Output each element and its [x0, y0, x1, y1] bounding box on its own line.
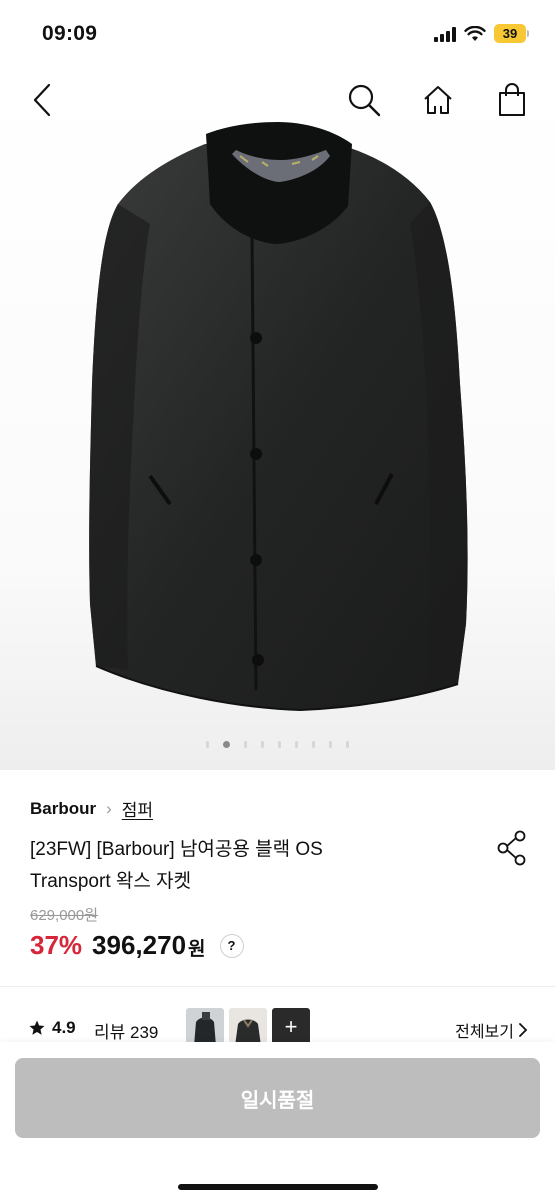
- see-all-reviews-button[interactable]: 전체보기: [455, 1018, 528, 1042]
- divider: [0, 986, 555, 987]
- product-image[interactable]: [0, 84, 555, 770]
- share-icon: [497, 830, 526, 866]
- pager-dot[interactable]: [261, 741, 264, 748]
- pager-dot[interactable]: [329, 741, 332, 748]
- review-thumbnail[interactable]: [186, 1008, 224, 1046]
- price-help-button[interactable]: ?: [219, 933, 244, 958]
- brand-link[interactable]: Barbour: [30, 799, 96, 819]
- product-title: [23FW] [Barbour] 남여공용 블랙 OS Transport 왁스…: [30, 834, 410, 898]
- rating-value: 4.9: [52, 1018, 76, 1037]
- chevron-right-icon: ›: [106, 798, 112, 818]
- top-nav: [0, 70, 555, 130]
- search-button[interactable]: [340, 76, 388, 124]
- sale-price: 396,270: [92, 930, 187, 960]
- battery-level: 39: [494, 24, 526, 43]
- home-button[interactable]: [414, 76, 462, 124]
- status-bar: 09:09 39: [0, 0, 555, 68]
- more-photos-button[interactable]: +: [272, 1008, 310, 1046]
- product-title-line1: [23FW] [Barbour] 남여공용 블랙 OS: [30, 839, 323, 860]
- review-photo: [186, 1008, 224, 1046]
- pager-dot[interactable]: [346, 741, 349, 748]
- review-photo: [229, 1008, 267, 1046]
- rating: 4.9: [28, 1018, 76, 1038]
- review-thumbnail[interactable]: [229, 1008, 267, 1046]
- price-row: 37% 396,270 원 ?: [30, 930, 244, 961]
- see-all-label: 전체보기: [455, 1024, 514, 1041]
- jacket-image: [89, 122, 468, 712]
- status-icons: 39: [434, 24, 529, 43]
- back-button[interactable]: [18, 76, 66, 124]
- pager-dot-active[interactable]: [223, 741, 230, 748]
- category-link[interactable]: 점퍼: [122, 796, 153, 821]
- image-pager[interactable]: [0, 741, 555, 748]
- pager-dot[interactable]: [312, 741, 315, 748]
- chevron-left-icon: [33, 83, 51, 117]
- shopping-bag-icon: [499, 83, 525, 116]
- search-icon: [348, 84, 381, 117]
- currency-label: 원: [188, 939, 206, 960]
- discount-rate: 37%: [30, 930, 83, 960]
- battery-icon: 39: [494, 24, 529, 43]
- sold-out-button[interactable]: 일시품절: [15, 1058, 540, 1138]
- pager-dot[interactable]: [278, 741, 281, 748]
- pager-dot[interactable]: [295, 741, 298, 748]
- pager-dot[interactable]: [244, 741, 247, 748]
- breadcrumb: Barbour › 점퍼: [30, 796, 153, 821]
- share-button[interactable]: [494, 828, 530, 868]
- pager-dot[interactable]: [206, 741, 209, 748]
- shopping-bag-button[interactable]: [488, 76, 536, 124]
- home-icon: [424, 86, 452, 114]
- product-title-line2: Transport 왁스 자켓: [30, 871, 192, 892]
- wifi-icon: [464, 25, 486, 41]
- plus-icon: +: [284, 1014, 298, 1039]
- cellular-signal-icon: [434, 26, 456, 42]
- home-indicator: [178, 1184, 378, 1190]
- original-price: 629,000원: [30, 907, 99, 924]
- chevron-right-icon: [519, 1023, 528, 1037]
- review-count-link[interactable]: 리뷰 239: [94, 1018, 158, 1043]
- review-thumbnails: +: [186, 1008, 310, 1046]
- status-time: 09:09: [42, 22, 98, 45]
- bottom-action-bar: 일시품절: [0, 1042, 555, 1200]
- star-icon: [29, 1020, 45, 1035]
